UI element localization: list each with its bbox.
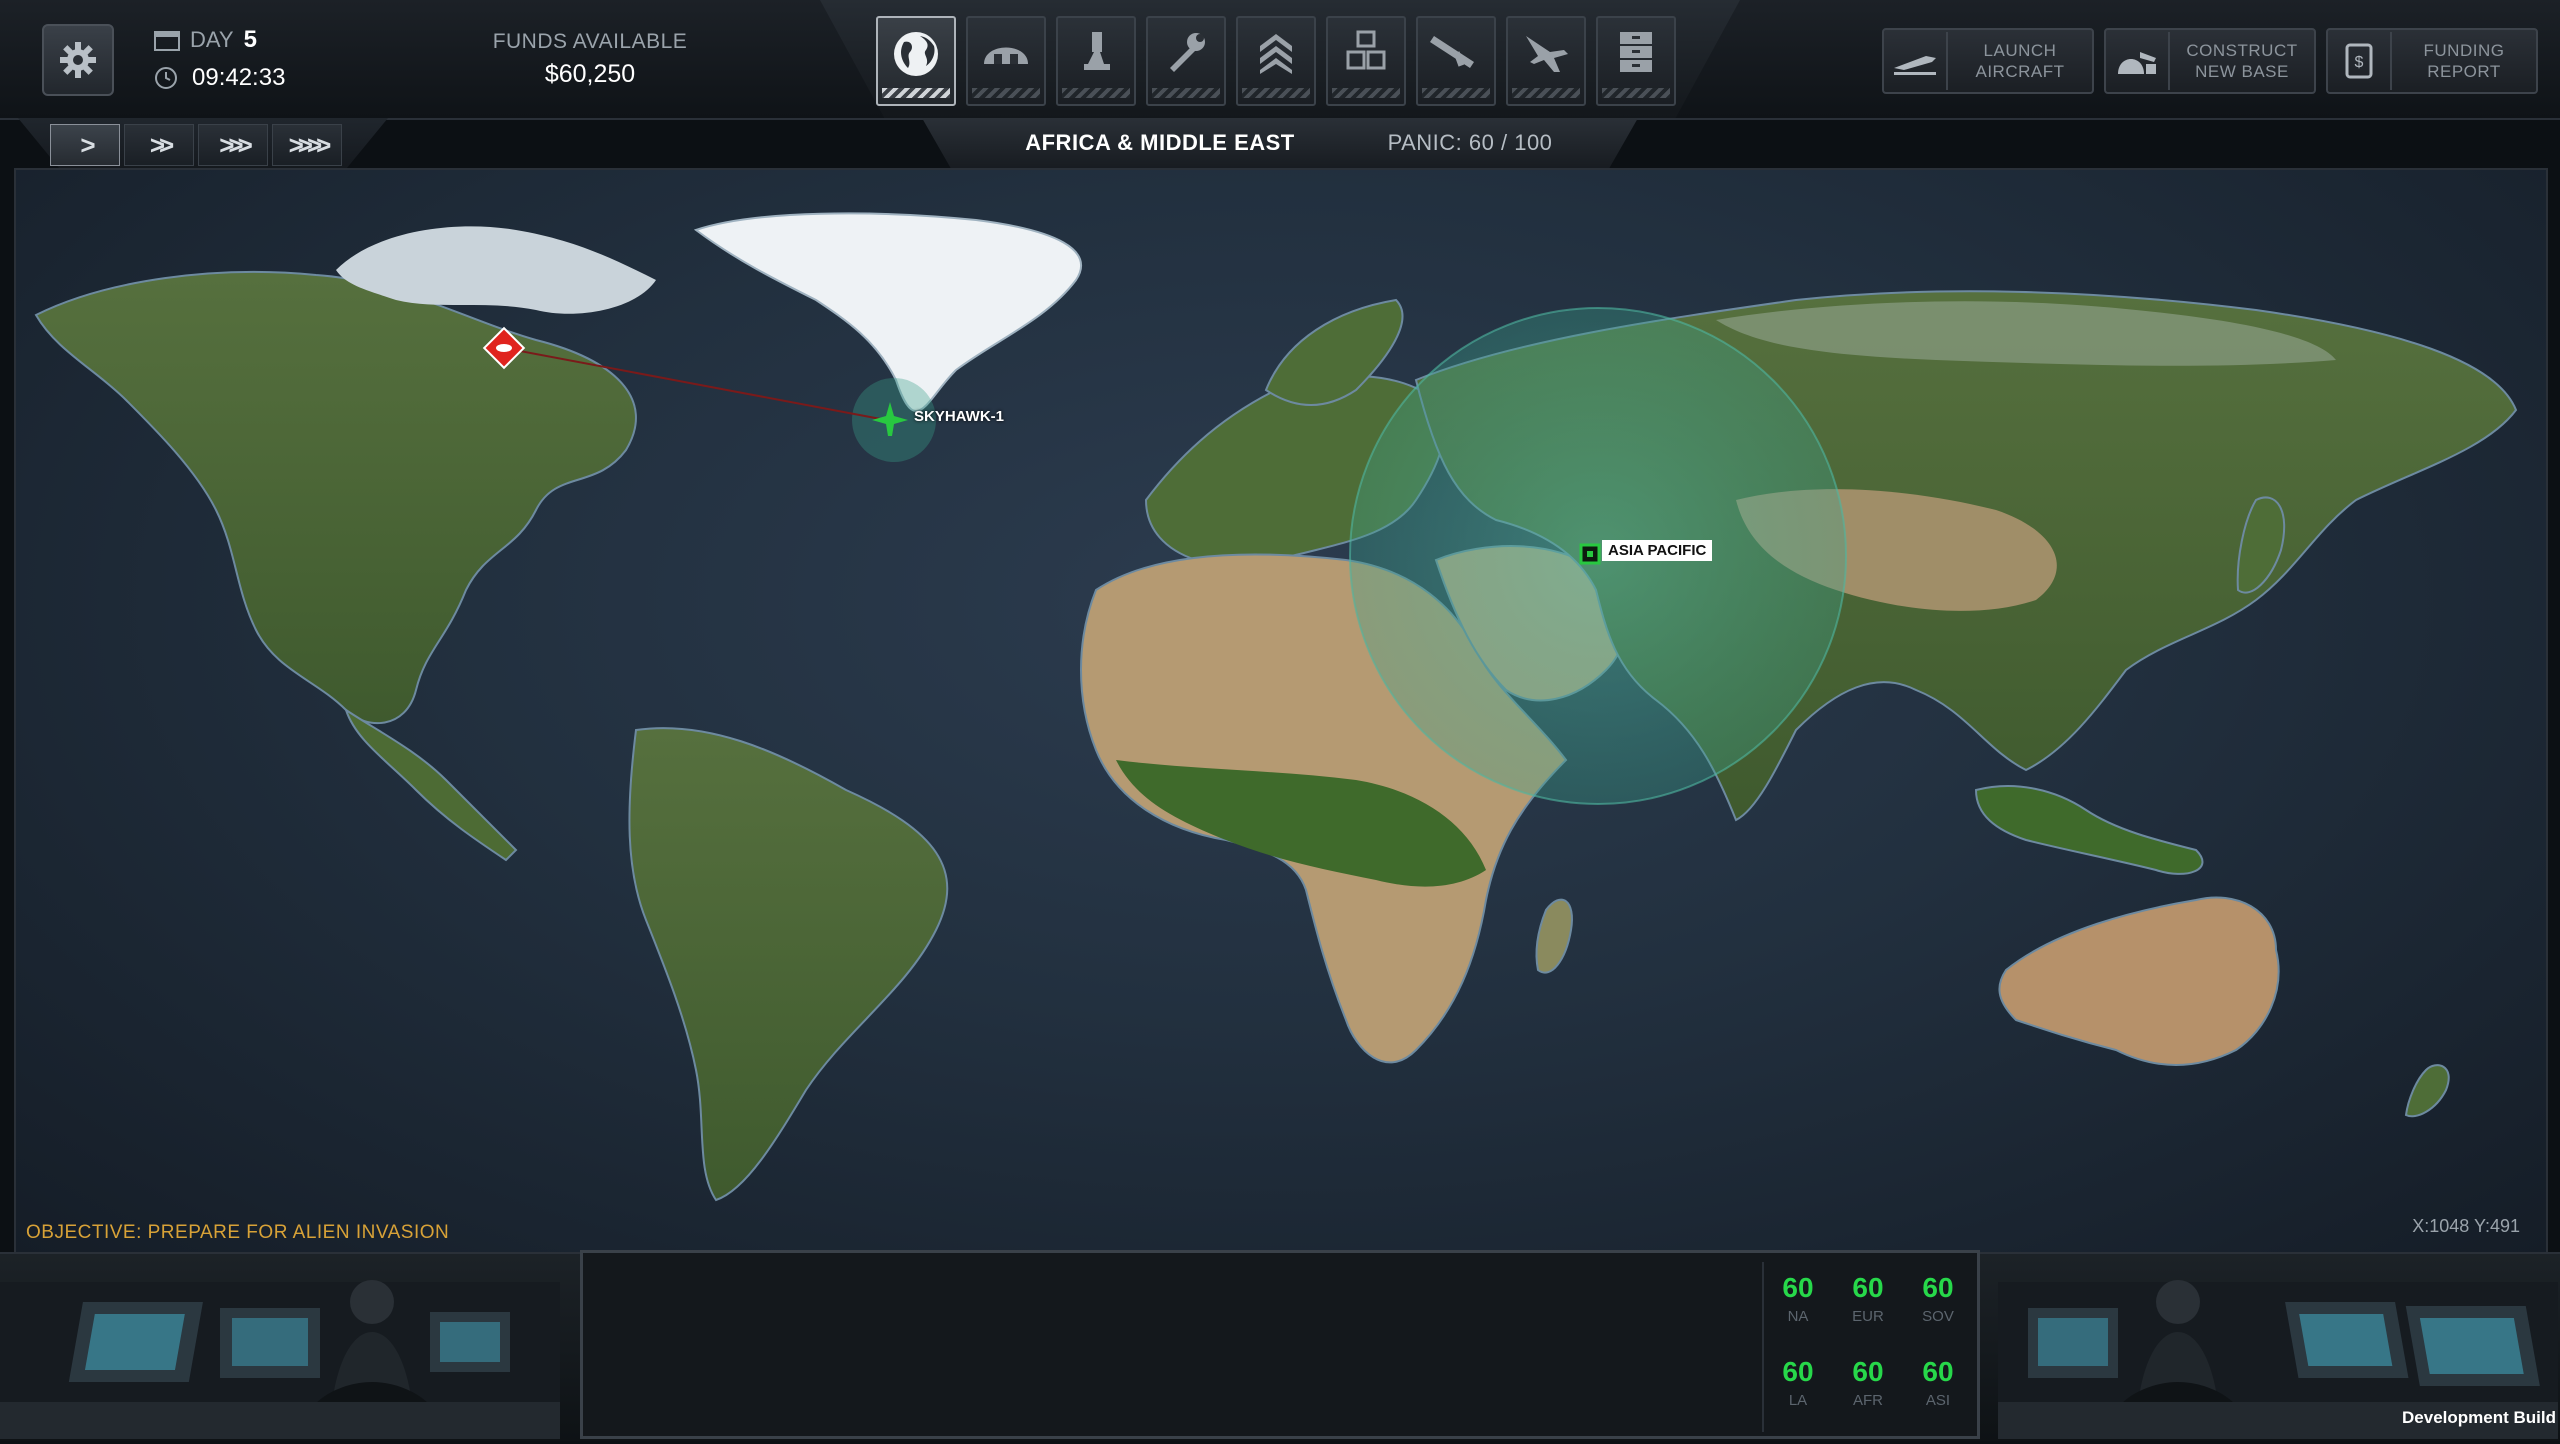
speed-fast-button[interactable]: >> (124, 124, 194, 166)
clock-icon (155, 67, 177, 89)
map-canvas (34, 212, 2518, 1202)
weapon-icon (1430, 36, 1474, 68)
funding-report-label: FUNDING REPORT (2423, 41, 2505, 81)
action-icon-box (2106, 32, 2170, 90)
action-icon-box: $ (2328, 32, 2392, 90)
construct-base-button[interactable]: CONSTRUCT NEW BASE (2104, 28, 2316, 94)
selected-region-name: AFRICA & MIDDLE EAST (1025, 130, 1295, 155)
continent-central-america (344, 707, 518, 862)
panic-region-code: AFR (1853, 1392, 1883, 1409)
speed-label: >>>> (288, 129, 332, 160)
funds-label: FUNDS AVAILABLE (492, 30, 688, 53)
operator-illustration (0, 1280, 560, 1439)
new-zealand (2404, 1064, 2450, 1118)
tab-archive[interactable] (1596, 16, 1676, 106)
world-map[interactable] (14, 168, 2548, 1254)
speed-normal-button[interactable]: > (50, 124, 120, 166)
speed-faster-button[interactable]: >>> (198, 124, 268, 166)
panic-cell-afr[interactable]: 60 AFR (1836, 1346, 1900, 1426)
day-value: 5 (243, 26, 257, 53)
tab-stripe (1512, 88, 1580, 98)
panic-region-code: ASI (1925, 1392, 1951, 1409)
objective-text: OBJECTIVE: PREPARE FOR ALIEN INVASION (26, 1222, 450, 1243)
panic-region-code: SOV (1922, 1308, 1954, 1325)
panic-value: 60 (1782, 1356, 1814, 1387)
panic-cell-la[interactable]: 60 LA (1766, 1346, 1830, 1426)
panic-cell-sov[interactable]: 60 SOV (1906, 1262, 1970, 1342)
tab-armory[interactable] (1416, 16, 1496, 106)
panic-grid: 60 NA 60 EUR 60 SOV 60 LA 60 AFR 60 ASI (1762, 1262, 1978, 1432)
panic-cell-na[interactable]: 60 NA (1766, 1262, 1830, 1342)
speed-label: > (80, 129, 95, 160)
calendar-icon (154, 31, 180, 51)
svg-text:$: $ (2355, 54, 2364, 71)
region-panic-level: PANIC: 60 / 100 (1387, 130, 1553, 155)
tab-stripe (1332, 88, 1400, 98)
tab-hangar[interactable] (1506, 16, 1586, 106)
settings-button[interactable] (42, 24, 114, 96)
storage-icon (1346, 30, 1386, 70)
launch-aircraft-button[interactable]: LAUNCH AIRCRAFT (1882, 28, 2094, 94)
base-label: ASIA PACIFIC (1602, 540, 1713, 561)
tab-stripe (882, 88, 950, 98)
operator-station-left (0, 1262, 560, 1439)
engineering-icon (1170, 33, 1205, 72)
cursor-coordinates: X:1048 Y:491 (2412, 1216, 2520, 1236)
tab-research[interactable] (1056, 16, 1136, 106)
aircraft-launch-icon (1894, 56, 1936, 75)
day-label: DAY (190, 27, 234, 52)
panic-cell-eur[interactable]: 60 EUR (1836, 1262, 1900, 1342)
continent-north-america (34, 270, 637, 724)
base-marker[interactable] (1579, 543, 1601, 565)
funds-value: $60,250 (544, 60, 636, 88)
panic-value: 60 (1922, 1356, 1954, 1387)
clock-time: 09:42:33 (192, 64, 286, 91)
tab-geoscape[interactable] (876, 16, 956, 106)
tab-base[interactable] (966, 16, 1046, 106)
aircraft-icon (1526, 36, 1568, 72)
tab-barracks[interactable] (1236, 16, 1316, 106)
tab-stripe (1152, 88, 1220, 98)
development-build-label: Development Build (2402, 1408, 2556, 1427)
tab-stripe (1422, 88, 1490, 98)
madagascar (1535, 898, 1573, 974)
tab-stripe (1062, 88, 1130, 98)
continent-south-america (628, 727, 949, 1202)
southeast-asia-islands (1974, 785, 2204, 875)
funding-report-icon: $ (2345, 43, 2373, 79)
panic-value: 60 (1782, 1272, 1814, 1303)
panic-region-code: NA (1787, 1308, 1809, 1325)
speed-label: >>> (219, 129, 252, 160)
action-icon-box (1884, 32, 1948, 90)
funding-report-button[interactable]: $ FUNDING REPORT (2326, 28, 2538, 94)
panic-region-code: EUR (1852, 1308, 1884, 1325)
panic-region-code: LA (1788, 1392, 1808, 1409)
panic-value: 60 (1852, 1272, 1884, 1303)
research-icon (1084, 32, 1110, 70)
archive-icon (1620, 32, 1652, 72)
game-clock: 09:42:33 (154, 64, 285, 92)
tab-stripe (1602, 88, 1670, 98)
aircraft-label: SKYHAWK-1 (914, 408, 1005, 425)
hangar-icon (984, 47, 1028, 64)
panic-value: 60 (1852, 1356, 1884, 1387)
panic-cell-asi[interactable]: 60 ASI (1906, 1346, 1970, 1426)
construct-base-label: CONSTRUCT NEW BASE (2186, 41, 2298, 81)
gear-icon (60, 42, 96, 78)
speed-fastest-button[interactable]: >>>> (272, 124, 342, 166)
continent-australia (1998, 896, 2280, 1066)
tab-stripe (1242, 88, 1310, 98)
rank-icon (1260, 34, 1292, 74)
launch-aircraft-label: LAUNCH AIRCRAFT (1975, 41, 2065, 81)
tab-storage[interactable] (1326, 16, 1406, 106)
globe-icon (894, 32, 938, 76)
speed-label: >> (149, 129, 175, 160)
day-counter: DAY 5 (154, 26, 257, 54)
construct-base-icon (2118, 52, 2156, 74)
tab-engineering[interactable] (1146, 16, 1226, 106)
tab-stripe (972, 88, 1040, 98)
panic-value: 60 (1922, 1272, 1954, 1303)
